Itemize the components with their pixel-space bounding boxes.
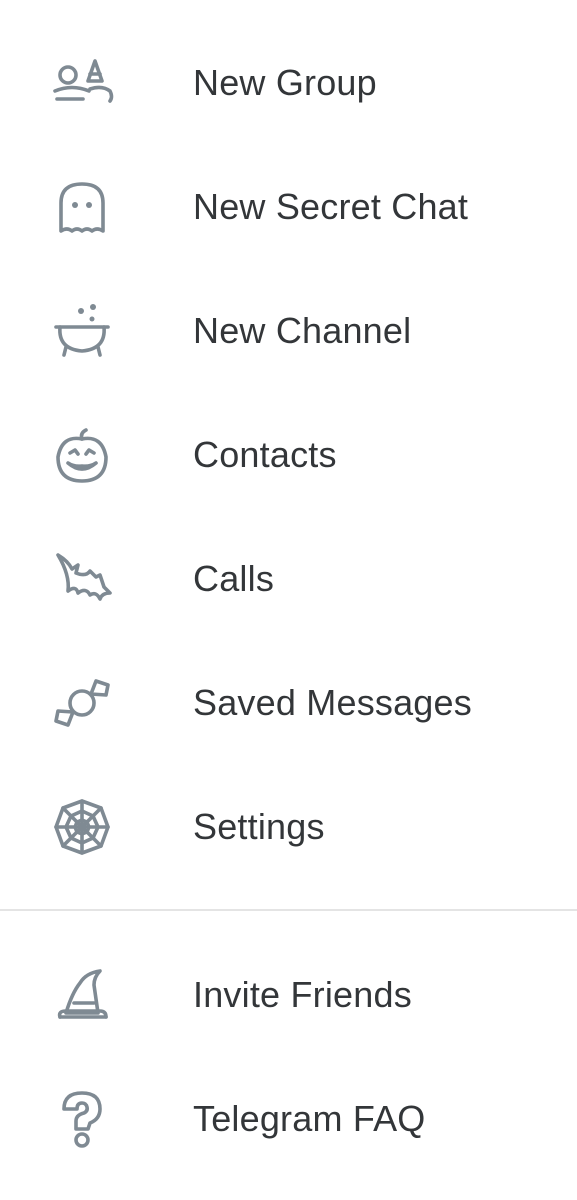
menu-item-new-group[interactable]: New Group bbox=[0, 21, 577, 145]
menu-item-new-channel[interactable]: New Channel bbox=[0, 269, 577, 393]
menu-divider bbox=[0, 909, 577, 911]
menu-item-telegram-faq[interactable]: Telegram FAQ bbox=[0, 1057, 577, 1181]
pumpkin-icon bbox=[50, 423, 114, 487]
witch-hat-icon bbox=[50, 963, 114, 1027]
menu-item-label: New Group bbox=[193, 62, 377, 103]
menu-item-invite-friends[interactable]: Invite Friends bbox=[0, 933, 577, 1057]
menu-item-label: Settings bbox=[193, 806, 325, 847]
ghost-icon bbox=[50, 175, 114, 239]
bat-icon bbox=[50, 547, 114, 611]
menu-item-label: Telegram FAQ bbox=[193, 1098, 426, 1139]
cauldron-icon bbox=[50, 299, 114, 363]
menu-item-contacts[interactable]: Contacts bbox=[0, 393, 577, 517]
menu-item-settings[interactable]: Settings bbox=[0, 765, 577, 889]
menu-item-calls[interactable]: Calls bbox=[0, 517, 577, 641]
question-mark-icon bbox=[50, 1087, 114, 1151]
menu-item-label: Calls bbox=[193, 558, 275, 599]
menu-item-new-secret-chat[interactable]: New Secret Chat bbox=[0, 145, 577, 269]
candy-icon bbox=[50, 671, 114, 735]
menu-item-saved-messages[interactable]: Saved Messages bbox=[0, 641, 577, 765]
spider-web-icon bbox=[50, 795, 114, 859]
menu-item-label: Invite Friends bbox=[193, 974, 412, 1015]
menu-item-label: Saved Messages bbox=[193, 682, 472, 723]
witch-group-icon bbox=[50, 51, 114, 115]
menu-item-label: New Secret Chat bbox=[193, 186, 469, 227]
menu-item-label: Contacts bbox=[193, 434, 337, 475]
menu-item-label: New Channel bbox=[193, 310, 412, 351]
